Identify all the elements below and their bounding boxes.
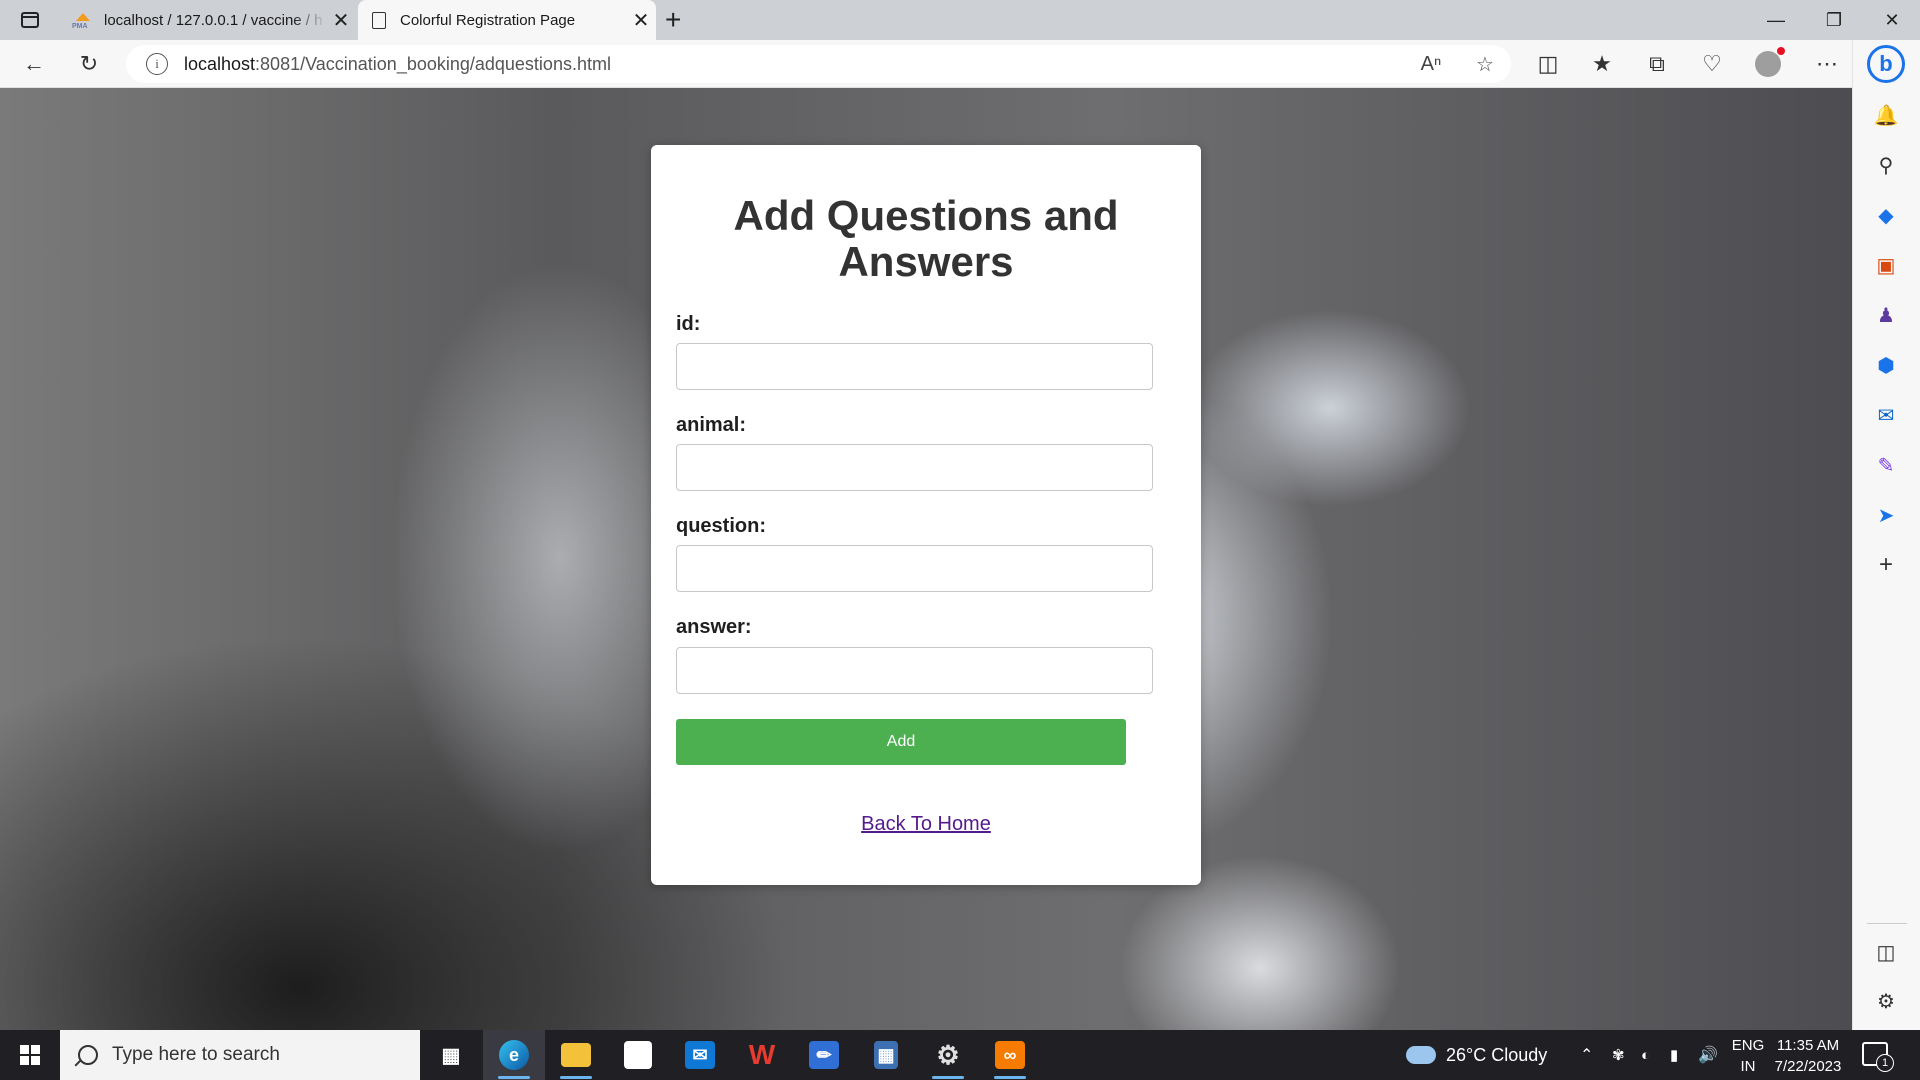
split-screen-icon[interactable]: ◫ (1531, 48, 1565, 80)
designer-icon[interactable]: ✎ (1871, 450, 1901, 480)
document-icon (372, 11, 386, 29)
weather-text: 26°C Cloudy (1446, 1044, 1548, 1065)
collections-icon[interactable]: ⧉ (1640, 48, 1674, 80)
browser-toolbar: ← ↻ i localhost:8081/Vaccination_booking… (0, 40, 1920, 88)
question-label: question: (676, 515, 766, 537)
windows-logo-icon (20, 1045, 40, 1065)
url-text[interactable]: localhost:8081/Vaccination_booking/adque… (184, 54, 611, 75)
page-title: Add Questions and Answers (733, 192, 1119, 285)
back-arrow-icon[interactable]: ← (17, 48, 51, 80)
task-view-icon[interactable]: ▦ (420, 1030, 482, 1080)
more-options-icon[interactable]: ⋯ (1810, 48, 1844, 80)
answer-label: answer: (676, 616, 752, 638)
question-form-card: Add Questions and Answers id: animal: qu… (651, 145, 1201, 885)
microsoft-365-icon[interactable]: ⬢ (1871, 350, 1901, 380)
file-explorer-icon[interactable] (545, 1030, 607, 1080)
search-placeholder: Type here to search (112, 1044, 280, 1065)
meet-now-icon[interactable]: ◐ (1641, 1030, 1650, 1080)
calculator-icon[interactable]: ▦ (855, 1030, 917, 1080)
tab-title: Colorful Registration Page (400, 11, 576, 29)
id-label: id: (676, 313, 701, 335)
sidebar-settings-gear-icon[interactable]: ⚙ (1871, 986, 1901, 1016)
windows-taskbar: Type here to search ▦ e ✉ W ✏ ▦ ⚙ ∞ 26°C… (0, 1030, 1920, 1080)
clock-time: 11:35 AM (1776, 1037, 1840, 1054)
volume-icon[interactable]: 🔊 (1698, 1030, 1718, 1080)
edge-sidebar: b 🔔 ⚲ ◆ ▣ ♟ ⬢ ✉ ✎ ➤ + ◫ ⚙ (1852, 40, 1920, 1030)
tab-close-icon[interactable]: ✕ (326, 8, 356, 33)
read-aloud-icon[interactable]: Aⁿ (1416, 49, 1446, 79)
tab-phpmyadmin[interactable]: PMA localhost / 127.0.0.1 / vaccine / h … (60, 0, 356, 40)
phpmyadmin-icon: PMA (72, 13, 94, 30)
site-info-icon[interactable]: i (146, 53, 168, 75)
edge-taskbar-icon[interactable]: e (483, 1030, 545, 1080)
language-indicator[interactable]: ENG IN (1730, 1035, 1766, 1077)
new-tab-button[interactable]: + (665, 4, 681, 36)
sidebar-divider (1867, 923, 1907, 924)
add-button[interactable]: Add (676, 719, 1126, 765)
tab-close-icon[interactable]: ✕ (626, 8, 656, 33)
tools-toolbox-icon[interactable]: ▣ (1871, 250, 1901, 280)
network-icon[interactable]: ✾ (1612, 1030, 1625, 1080)
tab-title: localhost / 127.0.0.1 / vaccine / h (104, 11, 323, 29)
draw-app-icon[interactable]: ✏ (793, 1030, 855, 1080)
cloud-icon (1406, 1046, 1436, 1064)
browser-essentials-icon[interactable]: ♡ (1695, 48, 1729, 80)
refresh-icon[interactable]: ↻ (72, 48, 106, 80)
wps-office-icon[interactable]: W (731, 1030, 793, 1080)
close-window-button[interactable]: ✕ (1864, 0, 1920, 40)
settings-gear-icon[interactable]: ⚙ (917, 1030, 979, 1080)
battery-icon[interactable]: ▮ (1670, 1030, 1678, 1080)
start-button[interactable] (0, 1030, 60, 1080)
back-to-home-link[interactable]: Back To Home (651, 813, 1201, 836)
hide-sidebar-icon[interactable]: ◫ (1871, 937, 1901, 967)
show-hidden-icons-chevron-icon[interactable]: ⌃ (1580, 1030, 1593, 1080)
minimize-button[interactable]: — (1748, 0, 1804, 40)
id-field[interactable] (676, 343, 1153, 390)
search-icon (78, 1045, 98, 1065)
profile-avatar[interactable] (1751, 47, 1785, 80)
question-field[interactable] (676, 545, 1153, 592)
browser-tab-strip: PMA localhost / 127.0.0.1 / vaccine / h … (0, 0, 1920, 40)
tab-actions-menu-icon[interactable] (12, 6, 48, 34)
weather-widget[interactable]: 26°C Cloudy (1406, 1030, 1547, 1080)
animal-label: animal: (676, 414, 747, 436)
favorite-star-icon[interactable]: ☆ (1470, 49, 1500, 79)
taskbar-search-box[interactable]: Type here to search (60, 1030, 420, 1080)
bing-chat-icon[interactable]: b (1867, 45, 1905, 83)
send-icon[interactable]: ➤ (1871, 500, 1901, 530)
games-icon[interactable]: ♟ (1871, 300, 1901, 330)
animal-field[interactable] (676, 444, 1153, 491)
shopping-tag-icon[interactable]: ◆ (1871, 200, 1901, 230)
restore-button[interactable]: ❐ (1806, 0, 1862, 40)
tab-registration-page[interactable]: Colorful Registration Page ✕ (358, 0, 656, 40)
address-bar[interactable]: i localhost:8081/Vaccination_booking/adq… (126, 45, 1511, 83)
page-viewport: Add Questions and Answers id: animal: qu… (0, 88, 1852, 1030)
answer-field[interactable] (676, 647, 1153, 694)
mail-icon[interactable]: ✉ (669, 1030, 731, 1080)
add-sidebar-app-icon[interactable]: + (1871, 550, 1901, 580)
clock[interactable]: 11:35 AM 7/22/2023 (1772, 1035, 1844, 1077)
xampp-icon[interactable]: ∞ (979, 1030, 1041, 1080)
search-icon[interactable]: ⚲ (1871, 150, 1901, 180)
favorites-icon[interactable]: ★ (1585, 48, 1619, 80)
notifications-bell-icon[interactable]: 🔔 (1871, 100, 1901, 130)
clock-date: 7/22/2023 (1774, 1058, 1842, 1075)
notification-count-badge: 1 (1876, 1054, 1894, 1072)
outlook-icon[interactable]: ✉ (1871, 400, 1901, 430)
microsoft-store-icon[interactable] (607, 1030, 669, 1080)
